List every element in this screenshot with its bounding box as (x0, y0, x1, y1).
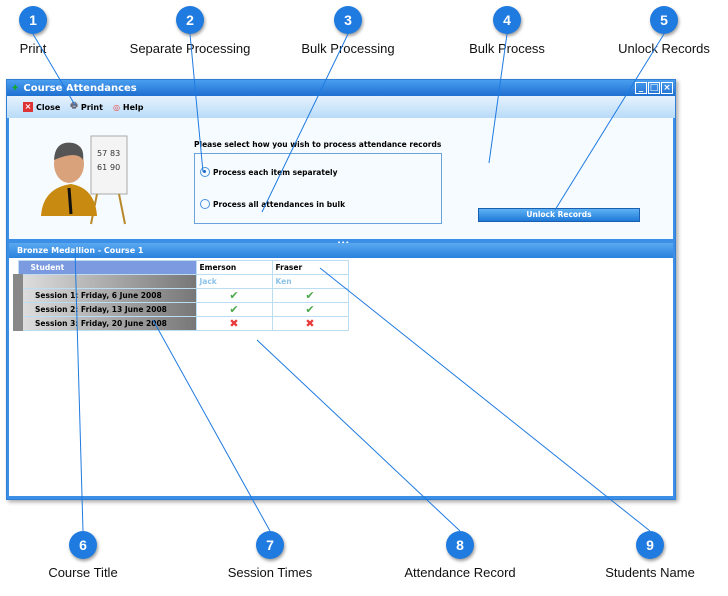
print-label: Print (80, 102, 103, 112)
card-value: 57 (97, 149, 107, 158)
callout-label-5: Unlock Records (618, 41, 710, 56)
callout-7: 7 (256, 531, 284, 559)
print-button[interactable]: 🖶 Print (70, 100, 103, 114)
close-window-button[interactable]: × (661, 82, 673, 94)
callout-1: 1 (19, 6, 47, 34)
radio-process-bulk[interactable]: Process all attendances in bulk (200, 199, 345, 209)
close-button[interactable]: × Close (23, 102, 60, 112)
radio-process-separately[interactable]: Process each item separately (200, 167, 338, 177)
radio-unselected-icon (200, 199, 210, 209)
blank-row-header (13, 274, 197, 289)
app-icon: ✦ (11, 82, 20, 94)
callout-label-3: Bulk Processing (301, 41, 395, 56)
session-row: Session 2: Friday, 13 June 2008 ✔ ✔ (13, 302, 349, 317)
printer-icon: 🖶 (70, 101, 78, 110)
callout-label-1: Print (19, 41, 47, 56)
check-icon[interactable]: ✔ (195, 288, 273, 303)
processing-panel: 57 83 61 90 Please select how you wish t… (9, 118, 673, 239)
card-value: 83 (110, 149, 120, 158)
callout-2: 2 (176, 6, 204, 34)
attendance-grid: Student Emerson Fraser Jack Ken Session … (13, 260, 349, 331)
check-icon[interactable]: ✔ (195, 302, 273, 317)
close-label: Close (36, 102, 61, 112)
check-icon[interactable]: ✔ (271, 288, 349, 303)
session-label: Session 3: Friday, 20 June 2008 (13, 316, 197, 331)
toolbar: × Close 🖶 Print ◎ Help (7, 96, 675, 118)
card-value: 61 (97, 163, 107, 172)
callout-label-4: Bulk Process (469, 41, 545, 56)
student-last-name: Emerson (195, 260, 273, 275)
callout-label-7: Session Times (227, 565, 313, 580)
close-icon: × (23, 102, 33, 112)
cross-icon[interactable]: ✖ (195, 316, 273, 331)
callout-label-8: Attendance Record (404, 565, 516, 580)
callout-8: 8 (446, 531, 474, 559)
minimize-button[interactable]: _ (635, 82, 647, 94)
title-bar: ✦ Course Attendances _ □ × (7, 80, 675, 96)
process-prompt: Please select how you wish to process at… (194, 140, 442, 149)
option-label: Process all attendances in bulk (213, 199, 346, 209)
student-last-name: Fraser (271, 260, 349, 275)
student-first-name: Jack (195, 274, 273, 289)
callout-3: 3 (334, 6, 362, 34)
session-row: Session 3: Friday, 20 June 2008 ✖ ✖ (13, 316, 349, 331)
callout-label-9: Students Name (605, 565, 695, 580)
attendance-grid-area: Student Emerson Fraser Jack Ken Session … (9, 258, 673, 496)
callout-9: 9 (636, 531, 664, 559)
callout-label-6: Course Title (48, 565, 118, 580)
radio-selected-icon (200, 167, 210, 177)
window-title: Course Attendances (23, 82, 137, 94)
session-label: Session 1: Friday, 6 June 2008 (13, 288, 197, 303)
session-label: Session 2: Friday, 13 June 2008 (13, 302, 197, 317)
maximize-button[interactable]: □ (648, 82, 660, 94)
callout-5: 5 (650, 6, 678, 34)
callout-label-2: Separate Processing (129, 41, 251, 56)
presenter-illustration: 57 83 61 90 (41, 135, 128, 225)
lifebuoy-icon: ◎ (112, 102, 120, 112)
cross-icon[interactable]: ✖ (271, 316, 349, 331)
student-header: Student (17, 260, 197, 275)
help-button[interactable]: ◎ Help (113, 103, 144, 112)
help-label: Help (122, 102, 144, 112)
check-icon[interactable]: ✔ (271, 302, 349, 317)
course-title: Bronze Medallion - Course 1 (9, 243, 673, 258)
session-row: Session 1: Friday, 6 June 2008 ✔ ✔ (13, 288, 349, 303)
callout-6: 6 (69, 531, 97, 559)
student-first-name: Ken (271, 274, 349, 289)
unlock-records-button[interactable]: Unlock Records (478, 208, 640, 222)
card-value: 90 (110, 163, 120, 172)
process-options-group: Process each item separately Process all… (194, 153, 442, 224)
option-label: Process each item separately (213, 167, 338, 177)
callout-4: 4 (493, 6, 521, 34)
course-attendances-window: ✦ Course Attendances _ □ × × Close 🖶 Print… (6, 79, 676, 500)
